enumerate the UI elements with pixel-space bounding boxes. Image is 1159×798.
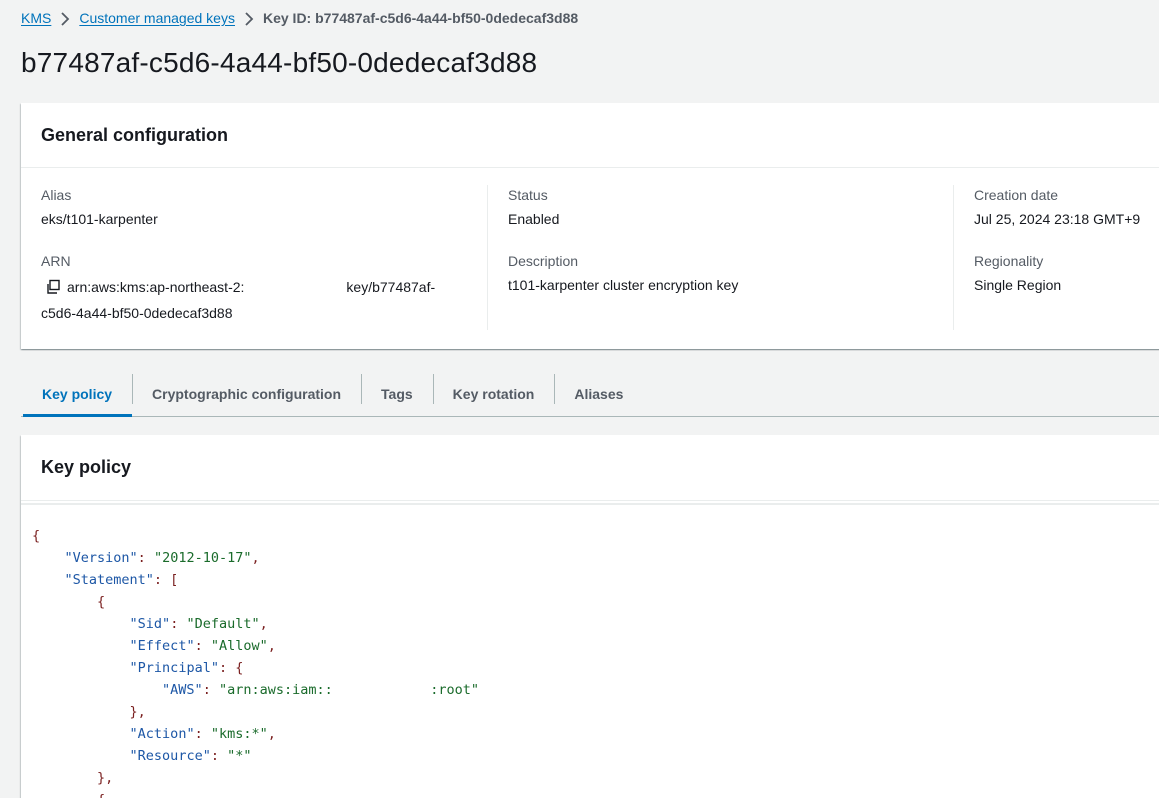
- code-line: "Sid": "Default",: [32, 613, 1159, 635]
- tab-key-rotation[interactable]: Key rotation: [432, 372, 555, 416]
- alias-value: eks/t101-karpenter: [41, 211, 158, 227]
- json-punctuation: ,: [267, 638, 276, 654]
- json-string: "Default": [186, 616, 260, 632]
- creation-date-label: Creation date: [974, 187, 1059, 203]
- tab-bar: Key policy Cryptographic configuration T…: [21, 372, 1159, 417]
- tab-aliases[interactable]: Aliases: [554, 372, 643, 416]
- column-creation-regionality: Creation date Jul 25, 2024 23:18 GMT+9 R…: [974, 185, 1159, 295]
- code-line: "AWS": "arn:aws:iam:: :root": [32, 679, 1159, 701]
- json-string: "arn:aws:iam:: :root": [218, 682, 480, 698]
- tab-key-policy[interactable]: Key policy: [21, 372, 133, 417]
- code-line: "Principal": {: [32, 657, 1159, 679]
- breadcrumb-current: Key ID: b77487af-c5d6-4a44-bf50-0dedecaf…: [262, 10, 579, 26]
- code-line: },: [32, 767, 1159, 789]
- json-punctuation: :: [170, 616, 187, 632]
- json-string: "Allow": [210, 638, 268, 654]
- arn-part-3: c5d6-4a44-bf50-0dedecaf3d88: [41, 305, 233, 321]
- json-punctuation: {: [97, 792, 105, 798]
- panel-header: Key policy: [21, 435, 1159, 501]
- regionality-label: Regionality: [974, 253, 1044, 269]
- general-configuration-body: Alias eks/t101-karpenter ARN arn:aws:kms…: [21, 169, 1159, 349]
- json-punctuation: : {: [218, 660, 244, 676]
- json-key: "Principal": [129, 660, 219, 676]
- json-string: "kms:*": [210, 726, 268, 742]
- json-punctuation: {: [32, 528, 41, 544]
- copy-icon[interactable]: [45, 279, 61, 295]
- json-key: "Action": [129, 726, 195, 742]
- regionality-field: Regionality Single Region: [974, 251, 1159, 295]
- creation-date-value: Jul 25, 2024 23:18 GMT+9: [974, 211, 1141, 227]
- json-punctuation: :: [210, 748, 228, 764]
- creation-date-field: Creation date Jul 25, 2024 23:18 GMT+9: [974, 185, 1159, 229]
- general-configuration-heading: General configuration: [41, 124, 229, 145]
- arn-part-2: key/b77487af-: [346, 279, 436, 295]
- panel-header: General configuration: [21, 103, 1159, 168]
- alias-label: Alias: [41, 187, 72, 203]
- key-policy-heading: Key policy: [41, 457, 132, 477]
- tab-cryptographic-configuration[interactable]: Cryptographic configuration: [132, 372, 361, 416]
- breadcrumb-customer-managed-keys-link[interactable]: Customer managed keys: [79, 10, 235, 26]
- breadcrumb: KMS Customer managed keys Key ID: b77487…: [21, 8, 578, 28]
- code-line: {: [32, 525, 1159, 547]
- json-key: "AWS": [162, 682, 203, 698]
- tab-tags[interactable]: Tags: [361, 372, 433, 416]
- json-punctuation: :: [194, 726, 211, 742]
- json-punctuation: ,: [259, 616, 268, 632]
- json-punctuation: },: [129, 704, 146, 720]
- json-string: "2012-10-17": [153, 550, 252, 566]
- arn-part-1: arn:aws:kms:ap-northeast-2:: [67, 279, 245, 295]
- json-key: "Statement": [64, 572, 154, 588]
- key-policy-panel: Key policy { "Version": "2012-10-17", "S…: [21, 435, 1159, 798]
- key-policy-code-viewer[interactable]: { "Version": "2012-10-17", "Statement": …: [21, 503, 1159, 798]
- breadcrumb-kms-link[interactable]: KMS: [21, 10, 51, 26]
- code-line: "Action": "kms:*",: [32, 723, 1159, 745]
- regionality-value: Single Region: [974, 277, 1062, 293]
- column-alias-arn: Alias eks/t101-karpenter ARN arn:aws:kms…: [41, 185, 487, 323]
- page-title: b77487af-c5d6-4a44-bf50-0dedecaf3d88: [21, 47, 538, 78]
- code-line: "Resource": "*": [32, 745, 1159, 767]
- description-label: Description: [508, 253, 579, 269]
- json-punctuation: : [: [153, 572, 179, 588]
- chevron-right-icon: [51, 10, 79, 26]
- json-key: "Version": [64, 550, 138, 566]
- json-key: "Effect": [129, 638, 195, 654]
- code-line: {: [32, 789, 1159, 798]
- code-line: },: [32, 701, 1159, 723]
- general-configuration-panel: General configuration Alias eks/t101-kar…: [21, 103, 1159, 349]
- json-key: "Resource": [129, 748, 211, 764]
- json-key: "Sid": [129, 616, 171, 632]
- code-line: "Effect": "Allow",: [32, 635, 1159, 657]
- code-line: {: [32, 591, 1159, 613]
- status-field: Status Enabled: [508, 185, 954, 229]
- column-status-description: Status Enabled Description t101-karpente…: [508, 185, 954, 295]
- description-value: t101-karpenter cluster encryption key: [508, 277, 739, 293]
- arn-field: ARN arn:aws:kms:ap-northeast-2: key/b774…: [41, 251, 487, 323]
- chevron-right-icon: [235, 10, 263, 26]
- json-punctuation: :: [194, 638, 211, 654]
- json-punctuation: :: [202, 682, 219, 698]
- code-line: "Version": "2012-10-17",: [32, 547, 1159, 569]
- column-divider: [487, 185, 488, 330]
- arn-value: arn:aws:kms:ap-northeast-2: key/b77487af…: [41, 275, 487, 299]
- code-line: "Statement": [: [32, 569, 1159, 591]
- json-string: "*": [227, 748, 252, 764]
- json-punctuation: :: [137, 550, 154, 566]
- json-punctuation: ,: [267, 726, 276, 742]
- json-punctuation: },: [97, 770, 114, 786]
- json-punctuation: ,: [251, 550, 260, 566]
- json-punctuation: {: [97, 594, 106, 610]
- description-field: Description t101-karpenter cluster encry…: [508, 251, 954, 295]
- arn-label: ARN: [41, 253, 71, 269]
- alias-field: Alias eks/t101-karpenter: [41, 185, 487, 229]
- status-label: Status: [508, 187, 548, 203]
- status-value: Enabled: [508, 211, 560, 227]
- column-divider: [953, 185, 954, 330]
